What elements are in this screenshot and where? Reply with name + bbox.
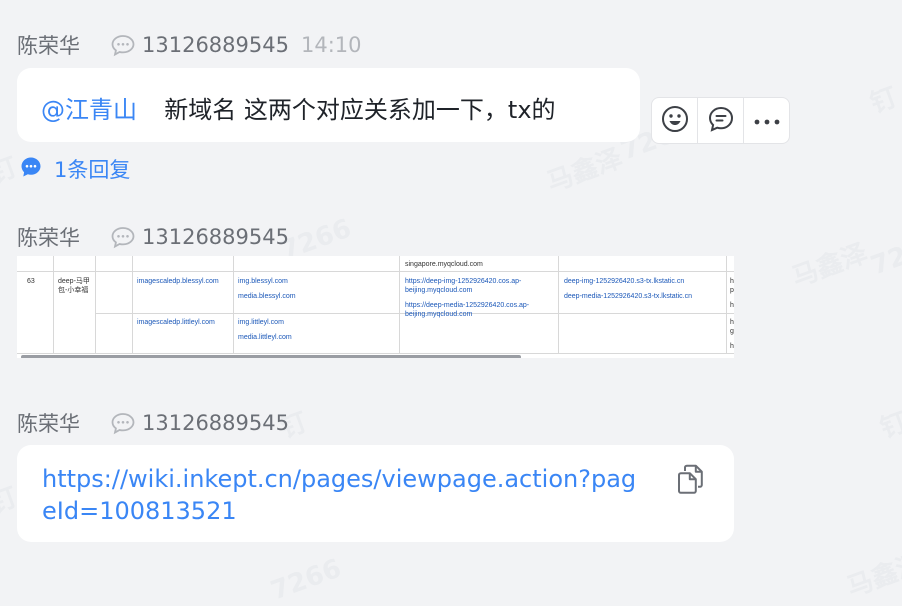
reply-count: 1条回复 [54,158,131,182]
watermark-text: 钉 [0,152,22,190]
table-cell: h [730,278,734,285]
sender-phone: 13126889545 [142,225,289,249]
table-cell: g [730,328,734,335]
table-cell: deep-马甲 [58,278,90,285]
link-message-bubble: https://wiki.inkept.cn/pages/viewpage.ac… [17,445,734,542]
sender-phone: 13126889545 [142,33,289,57]
table-cell: media.blessyl.com [238,293,296,300]
table-cell: img.littleyl.com [238,319,284,326]
sender-name[interactable]: 陈荣华 [17,408,80,438]
image-attachment[interactable]: singapore.myqcloud.com 63 deep-马甲 包-小幸福 … [17,256,734,358]
watermark-text: 马鑫泽 [543,143,627,199]
table-cell: h [730,319,734,326]
wiki-link[interactable]: https://wiki.inkept.cn/pages/viewpage.ac… [42,463,642,527]
copy-icon[interactable] [675,463,707,499]
mention-link[interactable]: @江青山 [41,96,137,124]
emoji-icon [660,104,690,138]
watermark-text: 7266 [867,228,902,282]
chat-bubble-icon[interactable] [110,411,136,435]
table-cell: beijing.myqcloud.com [405,287,473,294]
table-cell: deep-img-1252926420.s3-tx.lkstatic.cn [564,278,685,285]
table-cell: beijing.myqcloud.com [405,311,473,318]
table-cell: imagescaledp.blessyl.com [137,278,219,285]
reply-comment-button[interactable] [697,97,744,144]
watermark-text: 钉 [866,82,902,120]
horizontal-scrollbar[interactable] [21,355,521,358]
message-header: 陈荣华 13126889545 14:10 [17,30,362,60]
message-actions [651,97,790,144]
message-bubble[interactable]: @江青山 新域名 这两个对应关系加一下，tx的 [17,68,640,142]
table-cell: img.blessyl.com [238,278,288,285]
table-cell: imagescaledp.littleyl.com [137,319,215,326]
more-button[interactable] [743,97,790,144]
table-cell: h [730,302,734,309]
sender-name[interactable]: 陈荣华 [17,222,80,252]
message-time: 14:10 [300,33,362,57]
table-cell: https://deep-media-1252926420.cos.ap- [405,302,530,309]
watermark-text: 马鑫泽 [788,238,872,294]
chat-bubble-icon[interactable] [110,33,136,57]
table-cell: singapore.myqcloud.com [405,261,483,268]
comment-icon [707,105,735,137]
message-header: 陈荣华 13126889545 [17,222,289,252]
emoji-reaction-button[interactable] [651,97,698,144]
table-cell: 包-小幸福 [58,287,89,294]
message-text: 新域名 这两个对应关系加一下，tx的 [164,96,556,124]
table-cell: p [730,287,734,294]
watermark-text: 钉 [876,407,902,445]
watermark-text: 马鑫泽 [843,548,902,604]
reply-thread-icon [20,156,42,182]
table-cell: deep-media-1252926420.s3-tx.lkstatic.cn [564,293,693,300]
message-header: 陈荣华 13126889545 [17,408,289,438]
table-cell: 63 [27,278,35,285]
table-cell: media.littleyl.com [238,334,292,341]
chat-bubble-icon[interactable] [110,225,136,249]
reply-thread-link[interactable]: 1条回复 [20,154,130,184]
table-cell: h [730,343,734,350]
more-icon [752,111,782,130]
sender-phone: 13126889545 [142,411,289,435]
table-cell: https://deep-img-1252926420.cos.ap- [405,278,522,285]
sender-name[interactable]: 陈荣华 [17,30,80,60]
